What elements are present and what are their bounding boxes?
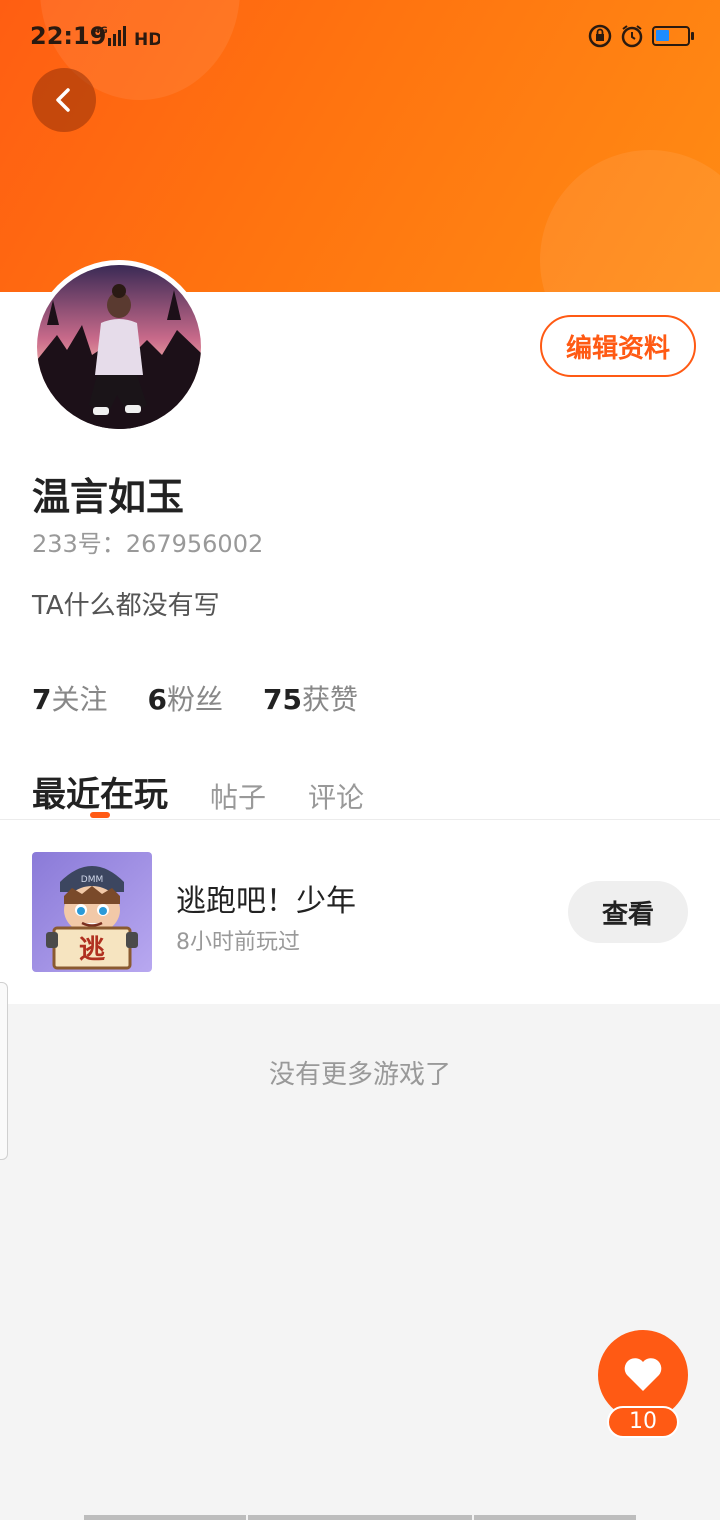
tab-recently-played[interactable]: 最近在玩	[32, 767, 168, 816]
avatar[interactable]	[32, 260, 206, 434]
nav-bar-segment	[248, 1515, 472, 1520]
game-title: 逃跑吧！少年	[176, 884, 356, 919]
user-id: 233号：267956002	[32, 530, 264, 558]
no-more-games-text: 没有更多游戏了	[268, 1060, 451, 1090]
avatar-image	[37, 265, 201, 429]
battery-icon	[652, 26, 694, 46]
stat-label: 获赞	[301, 683, 358, 716]
network-type-label: 4G	[94, 26, 108, 36]
signal-icon: 4G HD	[94, 26, 160, 48]
stat-label: 关注	[51, 683, 108, 716]
stat-label: 粉丝	[166, 683, 223, 716]
status-bar: 22:19 4G HD	[0, 0, 720, 72]
alarm-icon	[621, 25, 643, 48]
stat-value: 6	[147, 683, 167, 716]
view-game-button[interactable]: 查看	[568, 881, 688, 943]
system-icons	[588, 24, 694, 48]
nav-bar-segment	[474, 1515, 636, 1520]
rotation-lock-icon	[588, 24, 612, 48]
battery-level	[656, 30, 669, 41]
edit-profile-button[interactable]: 编辑资料	[540, 315, 696, 377]
back-button[interactable]	[32, 68, 96, 132]
stat-value: 7	[32, 683, 52, 716]
hd-label: HD	[134, 30, 160, 48]
stat-followers[interactable]: 6粉丝	[148, 678, 224, 718]
nav-bar-segment	[84, 1515, 246, 1520]
game-icon-label: 逃	[79, 935, 105, 965]
side-drawer-handle[interactable]	[0, 982, 8, 1160]
stat-value: 75	[263, 683, 302, 716]
list-item[interactable]: DMM 逃 逃跑吧！少年 8小时前玩过 查看	[0, 820, 720, 1004]
user-name: 温言如玉	[32, 475, 185, 519]
like-count-badge: 10	[607, 1406, 679, 1438]
stat-following[interactable]: 7关注	[32, 678, 108, 718]
game-icon: DMM 逃	[32, 852, 152, 972]
tab-comments[interactable]: 评论	[308, 776, 364, 816]
game-last-played: 8小时前玩过	[176, 930, 300, 955]
heart-icon	[624, 1358, 662, 1391]
banner-decoration	[540, 150, 720, 292]
tab-active-indicator	[90, 812, 110, 818]
profile-tabs: 最近在玩 帖子 评论	[32, 756, 406, 816]
cap-text: DMM	[81, 875, 103, 885]
stat-likes[interactable]: 75获赞	[263, 678, 358, 718]
profile-stats: 7关注 6粉丝 75获赞	[32, 678, 358, 718]
user-bio: TA什么都没有写	[32, 591, 220, 621]
chevron-left-icon	[56, 88, 70, 112]
tab-posts[interactable]: 帖子	[210, 776, 266, 816]
